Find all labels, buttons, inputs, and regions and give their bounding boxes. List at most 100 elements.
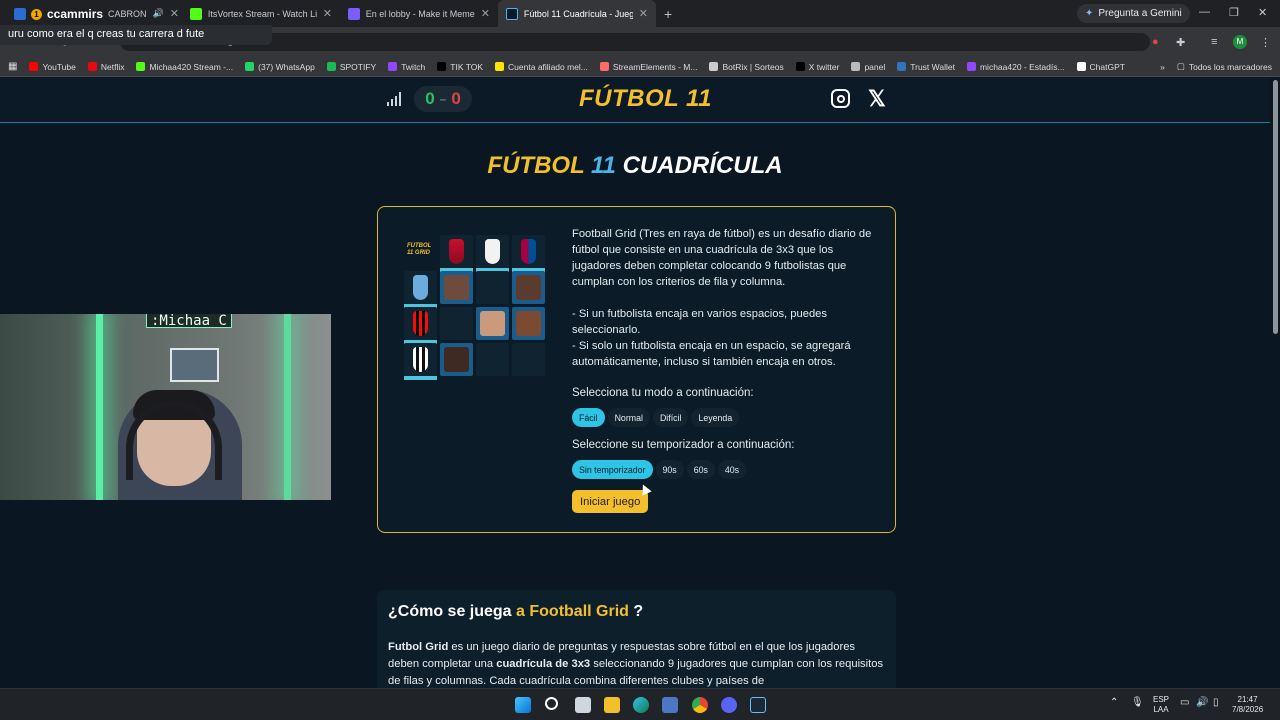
tab-make-it-meme[interactable]: En el lobby - Make it Meme ✕ (340, 0, 498, 27)
bookmark-icon (599, 62, 609, 71)
bookmark-item[interactable]: Cuenta afiliado mel... (489, 62, 594, 72)
all-bookmarks-button[interactable]: ▢ Todos los marcadores (1171, 61, 1280, 72)
bookmark-item[interactable]: Michaa420 Stream -... (130, 62, 239, 72)
bookmark-item[interactable]: panel (845, 62, 891, 72)
game-description: Football Grid (Tres en raya de fútbol) e… (572, 226, 882, 370)
timer-none-button[interactable]: Sin temporizador (572, 460, 653, 479)
bookmark-icon (29, 62, 39, 71)
bookmark-label: michaa420 - Estadís... (979, 61, 1065, 72)
webcam-overlay: :Michaa C (0, 314, 331, 500)
how-to-play-text: Futbol Grid es un juego diario de pregun… (388, 639, 888, 690)
mic-icon[interactable]: 🎙 (1131, 698, 1144, 708)
restore-icon[interactable]: ❐ (1229, 6, 1239, 19)
x-icon[interactable]: 𝕏 (868, 86, 886, 112)
battery-icon[interactable]: ▯ (1213, 698, 1219, 708)
extension-icon[interactable]: ● (1152, 36, 1159, 48)
scrollbar-thumb[interactable] (1273, 80, 1278, 334)
mode-normal-button[interactable]: Normal (607, 408, 650, 427)
bookmark-item[interactable]: BotRix | Sorteos (703, 62, 789, 72)
bookmark-item[interactable]: StreamElements - M... (594, 62, 704, 72)
grid-row-club (404, 343, 437, 380)
speaker-icon[interactable]: 🔊 (153, 8, 164, 19)
windows-start-icon[interactable] (515, 697, 531, 713)
bookmark-item[interactable]: michaa420 - Estadís... (961, 62, 1071, 72)
close-icon[interactable]: ✕ (323, 7, 332, 20)
bookmark-label: Cuenta afiliado mel... (508, 61, 588, 72)
store-icon[interactable] (662, 697, 678, 713)
bookmark-item[interactable]: X twitter (790, 62, 846, 72)
bookmark-item[interactable]: SPOTIFY (321, 62, 382, 72)
bookmark-item[interactable]: Netflix (82, 62, 131, 72)
timer-90s-button[interactable]: 90s (655, 460, 684, 479)
score-wins: 0 (425, 89, 435, 108)
search-icon[interactable] (545, 697, 558, 710)
close-icon[interactable]: ✕ (170, 7, 179, 20)
timer-60s-button[interactable]: 60s (686, 460, 715, 479)
led-strip-right (284, 314, 291, 500)
tab-itsvortex[interactable]: ItsVortex Stream - Watch Live o ✕ (182, 0, 340, 27)
network-icon[interactable]: ▭ (1180, 698, 1189, 708)
grid-empty-cell (512, 343, 545, 376)
clock-date: 7/8/2026 (1232, 705, 1264, 714)
chrome-icon[interactable] (692, 697, 708, 713)
tab-label: Fútbol 11 Cuadrícula - Juega al (523, 8, 633, 19)
bookmark-item[interactable]: TIK TOK (431, 62, 489, 72)
bookmark-icon (709, 62, 719, 71)
mim-icon (348, 7, 360, 20)
title-cuadricula: CUADRÍCULA (622, 152, 783, 179)
close-icon[interactable]: ✕ (481, 7, 490, 20)
how-bold-1: Futbol Grid (388, 641, 449, 653)
mode-leyenda-button[interactable]: Leyenda (691, 408, 740, 427)
clock[interactable]: 21:47 7/8/2026 (1232, 695, 1263, 715)
apps-icon[interactable]: ▦ (0, 61, 23, 72)
file-explorer-icon[interactable] (604, 697, 620, 713)
discord-icon[interactable] (721, 697, 737, 713)
tray-overflow-icon[interactable]: ⌃ (1110, 698, 1118, 708)
grid-header-club (440, 235, 473, 272)
grid-empty-cell (440, 307, 473, 340)
game-setup-card: FUTBOL 11 GRID Football Grid (Tres en ra… (377, 206, 896, 533)
grid-empty-cell (476, 271, 509, 304)
bookmark-item[interactable]: YouTube (23, 62, 81, 72)
bookmark-label: YouTube (42, 61, 76, 72)
start-game-button[interactable]: Iniciar juego (572, 490, 649, 513)
instagram-icon[interactable] (831, 89, 850, 108)
url-field[interactable]: futbol11.com/futbol11-grid (120, 33, 1150, 51)
bookmark-label: X twitter (808, 61, 840, 72)
minimize-icon[interactable]: — (1199, 6, 1210, 18)
task-view-icon[interactable] (575, 697, 591, 713)
mode-dificil-button[interactable]: Difícil (652, 408, 689, 427)
puzzle-icon[interactable]: ✚ (1176, 36, 1185, 49)
bookmark-label: Michaa420 Stream -... (149, 61, 234, 72)
close-icon[interactable]: ✕ (639, 7, 648, 20)
new-tab-button[interactable]: + (664, 6, 672, 22)
volume-icon[interactable]: 🔊 (1196, 698, 1208, 708)
avatar[interactable]: M (1233, 35, 1247, 49)
grid-preview-image: FUTBOL 11 GRID (404, 235, 548, 380)
steam-icon[interactable] (750, 697, 766, 713)
timer-40s-button[interactable]: 40s (717, 460, 747, 479)
stats-icon[interactable] (387, 92, 403, 106)
bookmark-item[interactable]: (37) WhatsApp (239, 62, 321, 72)
page-scrollbar[interactable] (1270, 78, 1280, 688)
bookmarks-more-button[interactable]: » (1154, 62, 1171, 72)
description-rule-2: - Si solo un futbolista encaja en un esp… (572, 340, 851, 368)
chat-username: ccammirs (47, 7, 104, 21)
tab-futbol11[interactable]: Fútbol 11 Cuadrícula - Juega al ✕ (498, 0, 656, 27)
mode-label: Selecciona tu modo a continuación: (572, 387, 754, 399)
window-close-icon[interactable]: ✕ (1258, 6, 1267, 19)
bookmark-item[interactable]: Trust Wallet (891, 62, 961, 72)
edge-icon[interactable] (633, 697, 649, 713)
language-indicator[interactable]: ESP LAA (1153, 695, 1169, 715)
menu-icon[interactable]: ⋮ (1260, 36, 1271, 49)
chat-badge: 1 (31, 8, 42, 20)
bookmark-icon (245, 62, 255, 71)
tab-search-icon[interactable]: ≡ (1211, 36, 1217, 48)
timer-label: Seleccione su temporizador a continuació… (572, 439, 795, 451)
site-logo[interactable]: FÚTBOL 11 (579, 85, 712, 113)
score-losses: 0 (451, 89, 461, 108)
mode-facil-button[interactable]: Fácil (572, 408, 605, 427)
bookmark-item[interactable]: ChatGPT (1071, 62, 1131, 72)
gemini-button[interactable]: ✦ Pregunta a Gemini (1077, 4, 1190, 23)
bookmark-item[interactable]: Twitch (382, 62, 431, 72)
